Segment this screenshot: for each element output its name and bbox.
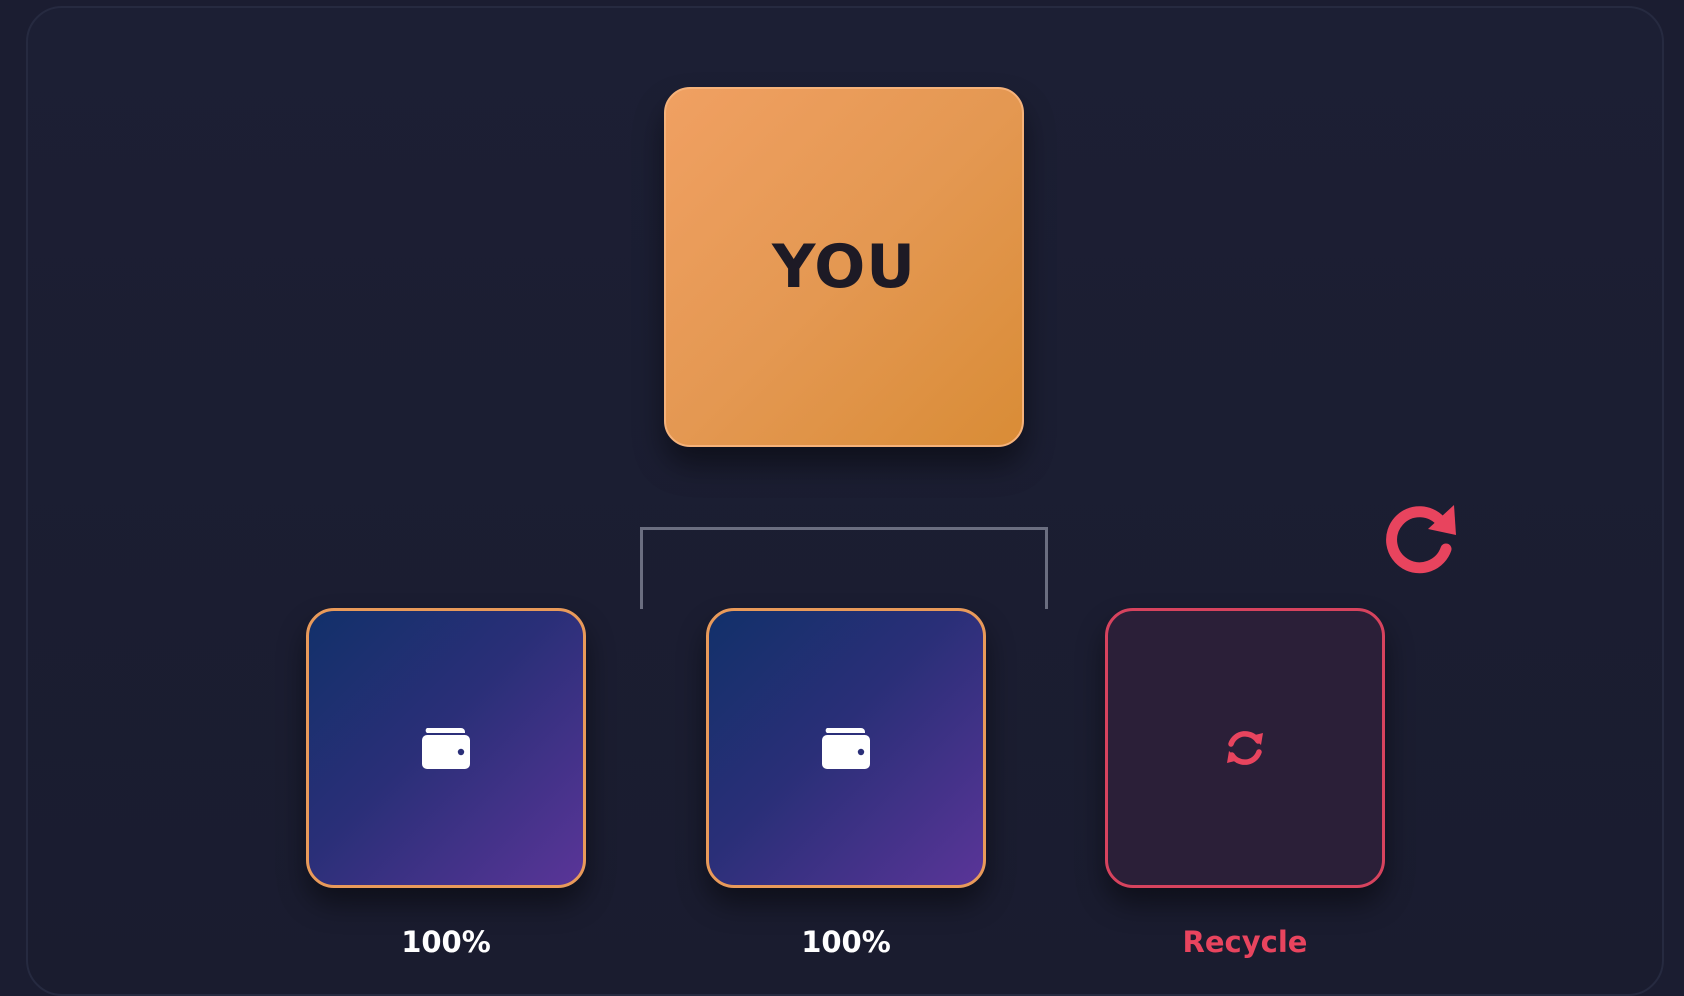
child-node-recycle[interactable] [1105,608,1385,888]
child-label-1: 100% [401,925,491,959]
wallet-icon [422,728,470,769]
rotate-right-icon[interactable] [1380,495,1464,579]
child-node-wallet-1[interactable] [306,608,586,888]
child-label-3: Recycle [1182,925,1308,959]
you-node[interactable]: YOU [664,87,1024,447]
child-node-wallet-2[interactable] [706,608,986,888]
sync-icon [1227,731,1263,765]
wallet-icon [822,728,870,769]
you-label: YOU [771,232,917,302]
child-label-2: 100% [801,925,891,959]
tree-connector [640,527,1048,609]
